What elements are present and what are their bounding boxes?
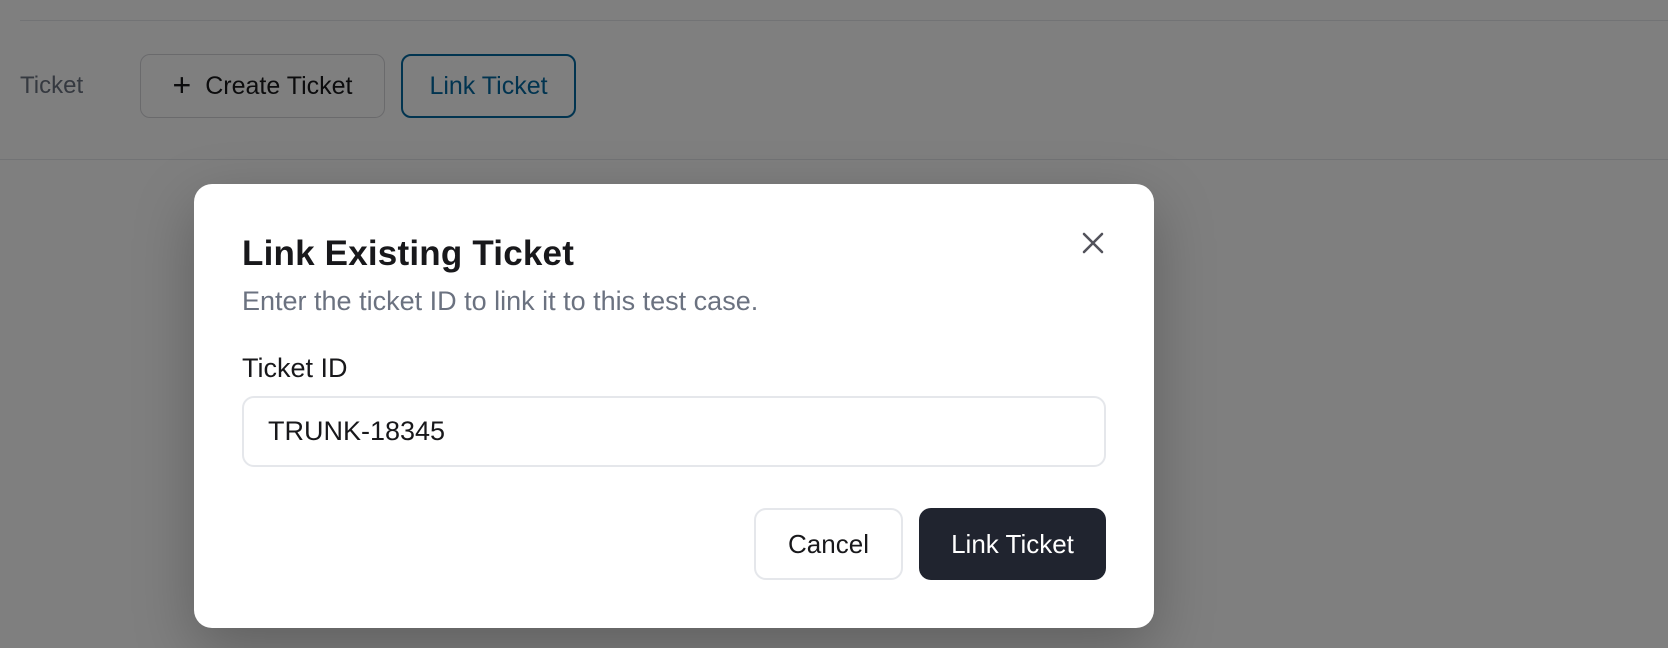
- cancel-button[interactable]: Cancel: [754, 508, 903, 580]
- link-ticket-dialog: Link Existing Ticket Enter the ticket ID…: [194, 184, 1154, 628]
- dialog-title: Link Existing Ticket: [242, 234, 575, 273]
- close-icon: [1082, 232, 1104, 254]
- close-button[interactable]: [1078, 228, 1108, 258]
- ticket-id-label: Ticket ID: [242, 353, 348, 383]
- dialog-description: Enter the ticket ID to link it to this t…: [242, 286, 759, 316]
- link-ticket-submit-button[interactable]: Link Ticket: [919, 508, 1106, 580]
- ticket-id-input[interactable]: [242, 396, 1106, 467]
